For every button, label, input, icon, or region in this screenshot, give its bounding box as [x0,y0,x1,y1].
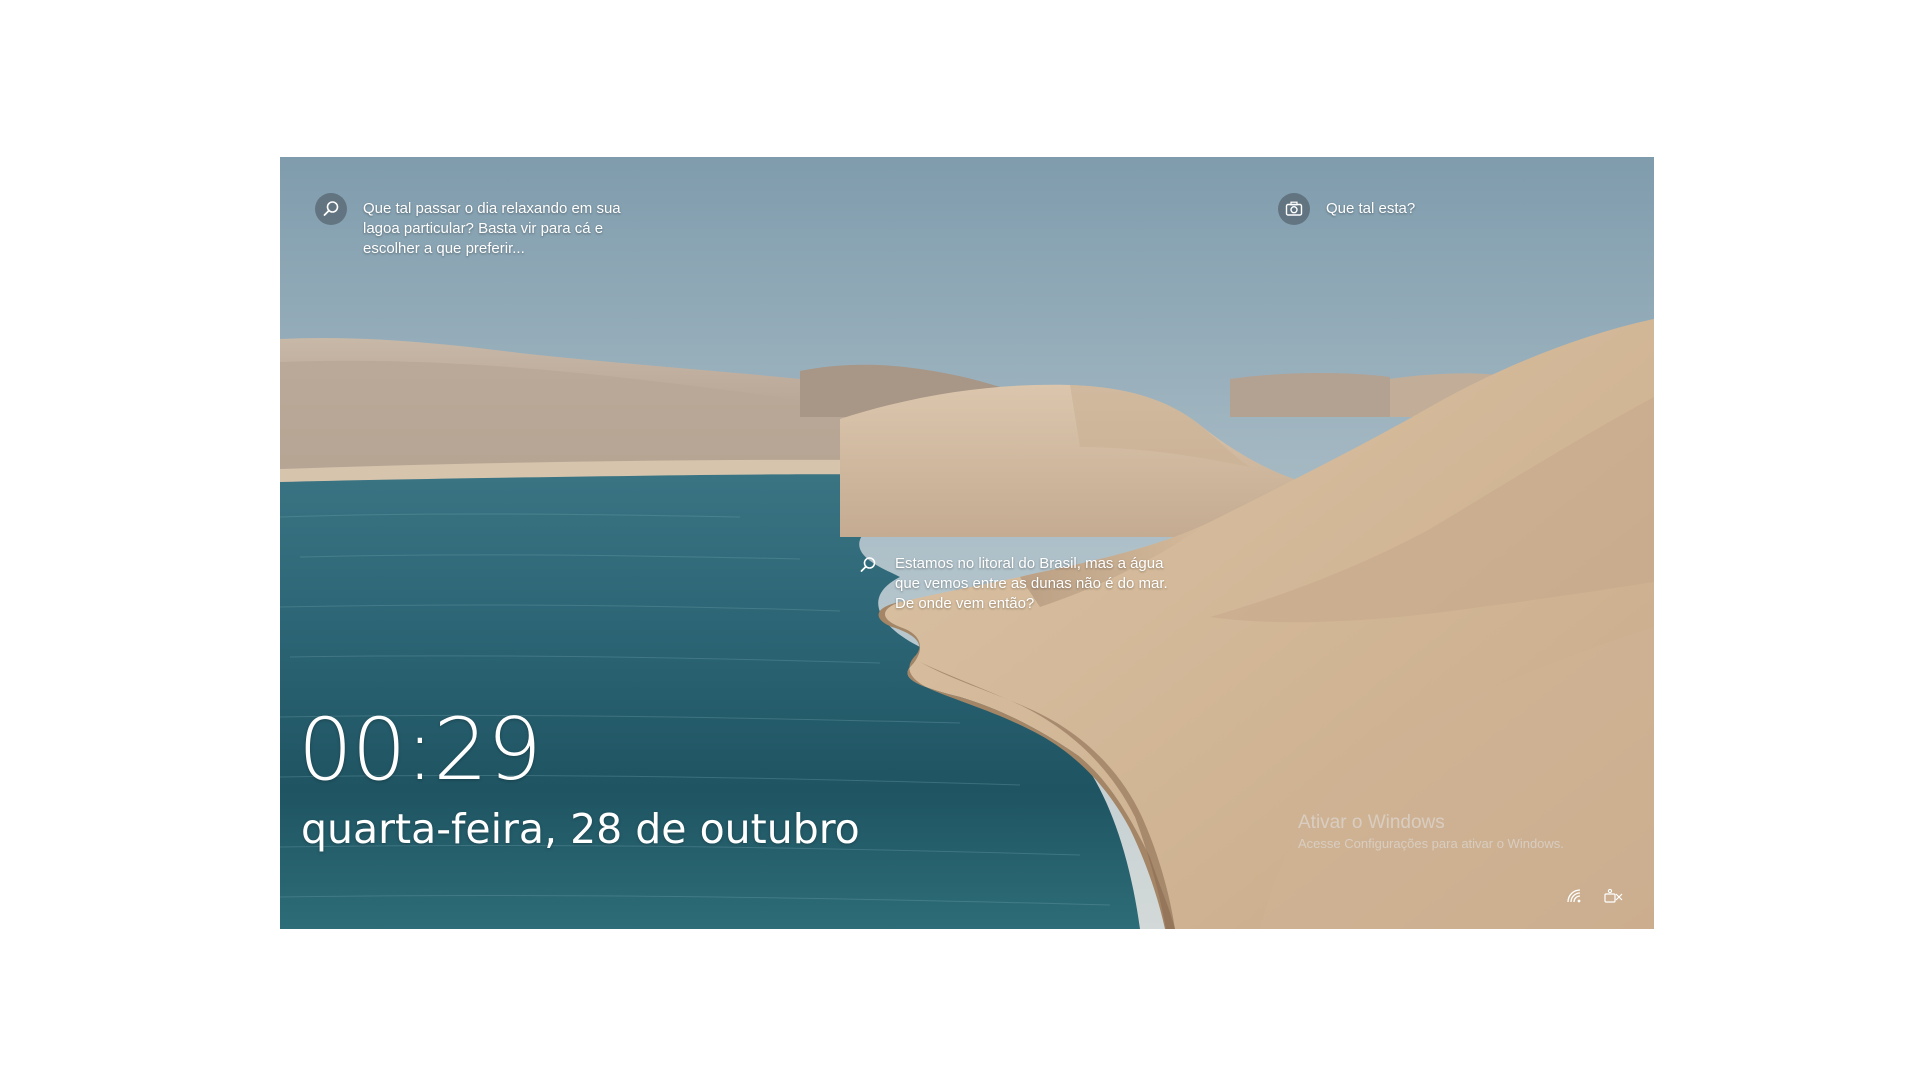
lock-screen-clock: 00:29 [298,700,542,800]
search-icon[interactable] [857,554,879,576]
watermark-subtitle: Acesse Configurações para ativar o Windo… [1298,836,1564,851]
activation-watermark: Ativar o Windows Acesse Configurações pa… [1298,811,1564,853]
hint-text[interactable]: Estamos no litoral do Brasil, mas a água… [895,554,1180,614]
accessibility-icon[interactable] [1604,887,1624,905]
camera-icon[interactable] [1278,193,1310,225]
search-icon[interactable] [315,193,347,225]
spotlight-hint-middle[interactable]: Estamos no litoral do Brasil, mas a água… [857,554,1180,614]
spotlight-hint-top-left[interactable]: Que tal passar o dia relaxando em sua la… [315,193,643,259]
lock-screen-date: quarta-feira, 28 de outubro [301,805,860,853]
spotlight-hint-like[interactable]: Que tal esta? [1278,193,1415,225]
watermark-title: Ativar o Windows [1298,812,1445,833]
hint-text[interactable]: Que tal esta? [1326,199,1415,219]
hint-text[interactable]: Que tal passar o dia relaxando em sua la… [363,199,643,259]
lock-screen[interactable]: Que tal passar o dia relaxando em sua la… [280,157,1654,929]
status-icons [1564,887,1624,905]
wifi-icon[interactable] [1564,887,1584,905]
